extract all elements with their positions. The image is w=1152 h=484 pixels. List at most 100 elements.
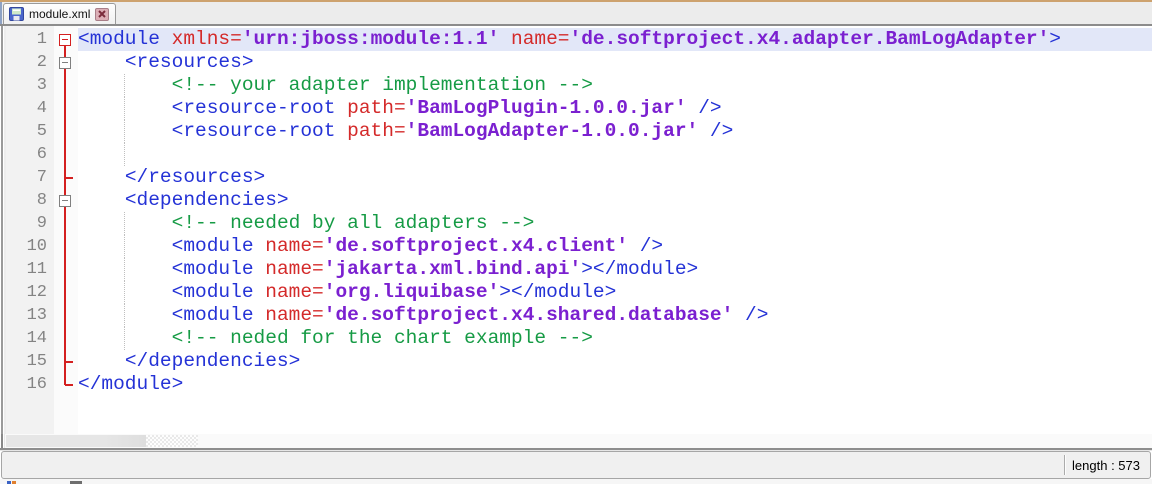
line-number: 1 [6, 28, 54, 51]
code-line[interactable]: 6 [6, 143, 1152, 166]
window-left-edge [0, 2, 2, 24]
fold-tree [54, 327, 78, 350]
line-number: 11 [6, 258, 54, 281]
code-lines: 1 <module xmlns='urn:jboss:module:1.1' na… [6, 28, 1152, 396]
fold-toggle-icon[interactable] [54, 51, 78, 74]
code-line[interactable]: 13 <module name='de.softproject.x4.share… [6, 304, 1152, 327]
line-number: 4 [6, 97, 54, 120]
code-text[interactable]: <module name='de.softproject.x4.shared.d… [78, 304, 1152, 327]
syntax-tag: <module [172, 235, 266, 257]
scrollbar-track[interactable] [146, 435, 198, 447]
code-text[interactable]: <module xmlns='urn:jboss:module:1.1' nam… [78, 28, 1152, 51]
syntax-tag: <module [172, 258, 266, 280]
line-number: 14 [6, 327, 54, 350]
code-text[interactable] [78, 143, 1152, 166]
close-icon [98, 10, 106, 18]
indent-guide [124, 235, 125, 258]
syntax-tag: /> [687, 97, 722, 119]
indent-guide [124, 304, 125, 327]
code-line[interactable]: 14 <!-- neded for the chart example --> [6, 327, 1152, 350]
code-text[interactable]: <module name='de.softproject.x4.client' … [78, 235, 1152, 258]
code-line[interactable]: 7 </resources> [6, 166, 1152, 189]
syntax-attr: name= [265, 235, 324, 257]
syntax-tag: ></module> [581, 258, 698, 280]
code-text[interactable]: </resources> [78, 166, 1152, 189]
code-line[interactable]: 11 <module name='jakarta.xml.bind.api'><… [6, 258, 1152, 281]
code-line[interactable]: 15 </dependencies> [6, 350, 1152, 373]
syntax-def [78, 189, 125, 211]
code-text[interactable]: <dependencies> [78, 189, 1152, 212]
syntax-val: 'org.liquibase' [324, 281, 500, 303]
code-text[interactable]: <!-- needed by all adapters --> [78, 212, 1152, 235]
code-text[interactable]: <resources> [78, 51, 1152, 74]
code-line[interactable]: 3 <!-- your adapter implementation --> [6, 74, 1152, 97]
tab-close-button[interactable] [95, 8, 109, 21]
fold-tree [54, 373, 78, 396]
line-number: 12 [6, 281, 54, 304]
code-line[interactable]: 12 <module name='org.liquibase'></module… [6, 281, 1152, 304]
syntax-attr: name= [265, 304, 324, 326]
code-text[interactable]: <resource-root path='BamLogPlugin-1.0.0.… [78, 97, 1152, 120]
syntax-tag: <module [172, 304, 266, 326]
code-text[interactable]: <resource-root path='BamLogAdapter-1.0.0… [78, 120, 1152, 143]
indent-guide [124, 143, 125, 166]
indent-guide [124, 281, 125, 304]
syntax-com: <!-- your adapter implementation --> [172, 74, 593, 96]
syntax-attr: name= [511, 28, 570, 50]
line-number: 5 [6, 120, 54, 143]
syntax-tag: <resource-root [172, 120, 348, 142]
syntax-val: 'de.softproject.x4.shared.database' [324, 304, 734, 326]
code-text[interactable]: <!-- neded for the chart example --> [78, 327, 1152, 350]
fold-tree [54, 212, 78, 235]
fold-tree [54, 258, 78, 281]
indent-guide [124, 120, 125, 143]
syntax-tag: <dependencies> [125, 189, 289, 211]
indent-guide [124, 97, 125, 120]
fold-tree [54, 97, 78, 120]
code-line[interactable]: 1 <module xmlns='urn:jboss:module:1.1' na… [6, 28, 1152, 51]
fold-tree [54, 120, 78, 143]
syntax-attr: path= [347, 120, 406, 142]
status-separator [1064, 455, 1066, 475]
code-text[interactable]: <!-- your adapter implementation --> [78, 74, 1152, 97]
tab-module-xml[interactable]: module.xml [3, 3, 116, 24]
syntax-tag: </module> [78, 373, 183, 395]
code-line[interactable]: 8 <dependencies> [6, 189, 1152, 212]
code-line[interactable]: 9 <!-- needed by all adapters --> [6, 212, 1152, 235]
syntax-def [78, 350, 125, 372]
line-number: 8 [6, 189, 54, 212]
line-number: 2 [6, 51, 54, 74]
fold-toggle-icon[interactable] [54, 189, 78, 212]
syntax-val: 'urn:jboss:module:1.1' [242, 28, 499, 50]
line-number: 7 [6, 166, 54, 189]
code-line[interactable]: 2 <resources> [6, 51, 1152, 74]
code-editor[interactable]: 1 <module xmlns='urn:jboss:module:1.1' na… [0, 26, 1152, 450]
syntax-attr: name= [265, 258, 324, 280]
tab-bar: module.xml [0, 2, 1152, 26]
save-icon [9, 7, 24, 21]
code-line[interactable]: 16 </module> [6, 373, 1152, 396]
syntax-attr: xmlns= [172, 28, 242, 50]
fold-tree [54, 143, 78, 166]
line-number: 13 [6, 304, 54, 327]
fold-tree [54, 304, 78, 327]
code-text[interactable]: </dependencies> [78, 350, 1152, 373]
status-length: length : 573 [1072, 458, 1150, 473]
code-line[interactable]: 4 <resource-root path='BamLogPlugin-1.0.… [6, 97, 1152, 120]
horizontal-scrollbar[interactable] [0, 434, 1152, 448]
syntax-val: 'BamLogPlugin-1.0.0.jar' [406, 97, 687, 119]
syntax-def [78, 166, 125, 188]
syntax-attr: name= [265, 281, 324, 303]
fold-toggle-icon[interactable] [54, 28, 78, 51]
syntax-def [499, 28, 511, 50]
code-line[interactable]: 5 <resource-root path='BamLogAdapter-1.0… [6, 120, 1152, 143]
code-text[interactable]: <module name='jakarta.xml.bind.api'></mo… [78, 258, 1152, 281]
line-number: 10 [6, 235, 54, 258]
line-number: 16 [6, 373, 54, 396]
code-text[interactable]: <module name='org.liquibase'></module> [78, 281, 1152, 304]
code-line[interactable]: 10 <module name='de.softproject.x4.clien… [6, 235, 1152, 258]
code-text[interactable]: </module> [78, 373, 1152, 396]
line-number: 9 [6, 212, 54, 235]
scrollbar-thumb[interactable] [6, 435, 146, 447]
syntax-val: 'de.softproject.x4.client' [324, 235, 628, 257]
